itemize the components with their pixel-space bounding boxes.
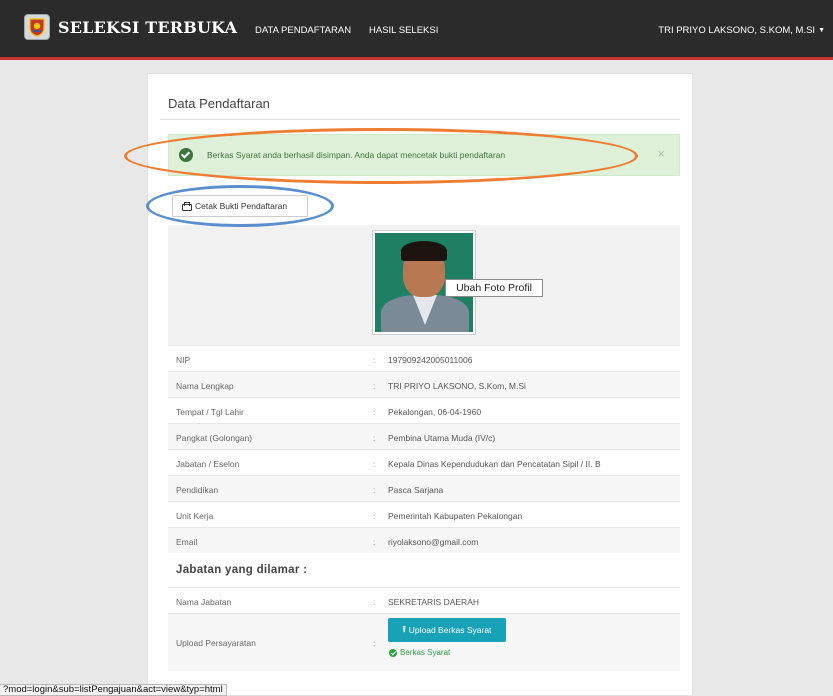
check-circle-icon [179,148,193,162]
nav-hasil-seleksi[interactable]: HASIL SELEKSI [369,25,438,36]
brand[interactable]: SELEKSI TERBUKA [24,14,237,40]
field-row-jabatan: Jabatan / Eselon : Kepala Dinas Kependud… [168,449,680,475]
field-label: Jabatan / Eselon [176,459,240,469]
field-separator: : [373,597,376,607]
upload-button-label: Upload Berkas Syarat [408,625,492,635]
success-alert: Berkas Syarat anda berhasil disimpan. An… [168,134,680,176]
field-value: 197909242005011006 [388,355,473,365]
field-separator: : [373,485,376,495]
field-value: riyolaksono@gmail.com [388,537,479,547]
field-value: SEKRETARIS DAERAH [388,597,480,607]
check-circle-icon [389,648,397,657]
field-label: Upload Persayaratan [176,638,256,648]
alert-message: Berkas Syarat anda berhasil disimpan. An… [207,150,506,160]
user-menu[interactable]: TRI PRIYO LAKSONO, S.KOM, M.SI ▼ [658,25,825,36]
print-icon [182,201,192,211]
field-row-pangkat: Pangkat (Golongan) : Pembina Utama Muda … [168,423,680,449]
field-value: Pemerintah Kabupaten Pekalongan [388,511,523,521]
field-label: Tempat / Tgl Lahir [176,407,244,417]
change-profile-photo-button[interactable]: Ubah Foto Profil [445,279,543,297]
top-navbar: SELEKSI TERBUKA DATA PENDAFTARAN HASIL S… [0,0,833,60]
berkas-syarat-link[interactable]: Berkas Syarat [389,648,450,657]
field-label: Email [176,537,198,547]
print-button-label: Cetak Bukti Pendaftaran [195,201,288,211]
field-separator: : [373,381,376,391]
field-value: TRI PRIYO LAKSONO, S.Kom, M.Si [388,381,526,391]
field-separator: : [373,638,376,648]
panel-divider [160,119,680,120]
crest-logo-icon [24,14,50,40]
section-title-jabatan-dilamar: Jabatan yang dilamar : [176,564,308,576]
caret-down-icon: ▼ [818,27,825,34]
field-row-nip: NIP : 197909242005011006 [168,345,680,371]
field-separator: : [373,537,376,547]
field-label: Pendidikan [176,485,219,495]
field-separator: : [373,433,376,443]
browser-status-url: ?mod=login&sub=listPengajuan&act=view&ty… [0,684,227,696]
field-row-pendidikan: Pendidikan : Pasca Sarjana [168,475,680,501]
print-proof-button[interactable]: Cetak Bukti Pendaftaran [172,195,308,217]
field-row-nama: Nama Lengkap : TRI PRIYO LAKSONO, S.Kom,… [168,371,680,397]
field-value: Kepala Dinas Kependudukan dan Pencatatan… [388,459,601,469]
registration-panel: Data Pendaftaran Berkas Syarat anda berh… [147,73,693,696]
user-name: TRI PRIYO LAKSONO, S.KOM, M.SI [658,25,816,36]
berkas-link-label: Berkas Syarat [400,648,451,657]
nav-data-pendaftaran[interactable]: DATA PENDAFTARAN [255,25,351,36]
field-value: Pekalongan, 06-04-1960 [388,407,482,417]
field-separator: : [373,355,376,365]
field-value: Pembina Utama Muda (IV/c) [388,433,496,443]
close-icon[interactable]: × [657,146,665,161]
panel-title: Data Pendaftaran [168,96,270,111]
field-value: Pasca Sarjana [388,485,444,495]
field-row-unit-kerja: Unit Kerja : Pemerintah Kabupaten Pekalo… [168,501,680,527]
field-label: Nama Jabatan [176,597,232,607]
upload-berkas-button[interactable]: ⭱ Upload Berkas Syarat [388,618,506,642]
brand-title: SELEKSI TERBUKA [58,17,238,37]
field-label: NIP [176,355,191,365]
field-label: Nama Lengkap [176,381,234,391]
upload-icon: ⭱ [402,624,406,634]
field-separator: : [373,511,376,521]
field-row-ttl: Tempat / Tgl Lahir : Pekalongan, 06-04-1… [168,397,680,423]
field-separator: : [373,407,376,417]
field-label: Unit Kerja [176,511,214,521]
field-separator: : [373,459,376,469]
field-row-nama-jabatan: Nama Jabatan : SEKRETARIS DAERAH [168,587,680,613]
field-row-email: Email : riyolaksono@gmail.com [168,527,680,553]
field-label: Pangkat (Golongan) [176,433,253,443]
